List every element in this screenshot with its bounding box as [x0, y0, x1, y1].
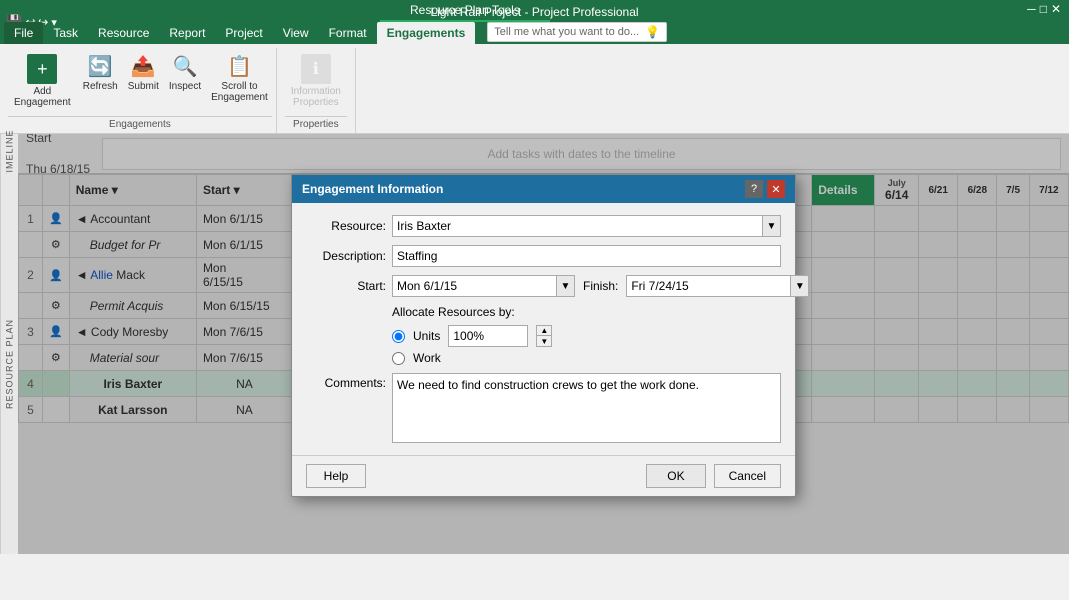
modal-footer: Help OK Cancel — [292, 455, 795, 496]
tab-report[interactable]: Report — [159, 22, 215, 44]
resource-plan-side-label: RESOURCE PLAN — [0, 174, 18, 554]
modal-body: Resource: ▼ Description: — [292, 203, 795, 455]
refresh-btn[interactable]: 🔄 Refresh — [79, 50, 122, 114]
finish-input[interactable] — [626, 275, 791, 297]
tab-project[interactable]: Project — [215, 22, 272, 44]
information-properties-btn[interactable]: ℹ Information Properties — [285, 50, 347, 114]
description-label: Description: — [306, 249, 386, 263]
spinner-down[interactable]: ▼ — [536, 336, 552, 347]
resource-label: Resource: — [306, 219, 386, 233]
inspect-btn[interactable]: 🔍 Inspect — [165, 50, 205, 114]
submit-btn[interactable]: 📤 Submit — [124, 50, 163, 114]
ribbon-tabs: File Task Resource Report Project View F… — [0, 22, 1069, 44]
search-icon: 💡 — [645, 25, 660, 39]
ribbon-group-engagements: + Add Engagement 🔄 Refresh 📤 Submit 🔍 In… — [4, 48, 277, 133]
modal-close-btn[interactable]: ✕ — [767, 180, 785, 198]
modal-help-btn[interactable]: ? — [745, 180, 763, 198]
add-engagement-btn[interactable]: + Add Engagement — [8, 50, 77, 114]
comments-textarea[interactable]: We need to find construction crews to ge… — [392, 373, 781, 443]
cancel-button[interactable]: Cancel — [714, 464, 781, 488]
resource-input[interactable] — [392, 215, 763, 237]
close-btn[interactable]: ✕ — [1051, 2, 1061, 16]
tab-engagements[interactable]: Engagements — [377, 22, 476, 44]
work-radio-label: Work — [413, 351, 441, 365]
ribbon-group-label-engagements: Engagements — [8, 116, 272, 133]
tab-task[interactable]: Task — [43, 22, 88, 44]
search-bar[interactable]: Tell me what you want to do... 💡 — [487, 22, 667, 42]
help-button[interactable]: Help — [306, 464, 366, 488]
ok-button[interactable]: OK — [646, 464, 705, 488]
modal-title-bar: Engagement Information ? ✕ — [292, 175, 795, 203]
finish-label: Finish: — [583, 279, 618, 293]
allocate-label: Allocate Resources by: — [392, 305, 515, 319]
tab-resource[interactable]: Resource — [88, 22, 159, 44]
timeline-side-label: TIMELINE — [0, 134, 18, 174]
tab-view[interactable]: View — [273, 22, 319, 44]
ribbon: + Add Engagement 🔄 Refresh 📤 Submit 🔍 In… — [0, 44, 1069, 134]
units-radio-label: Units — [413, 329, 440, 343]
minimize-btn[interactable]: ─ — [1027, 2, 1036, 16]
ribbon-group-label-properties: Properties — [285, 116, 347, 133]
comments-label: Comments: — [306, 373, 386, 390]
tab-file[interactable]: File — [4, 22, 43, 44]
description-input[interactable] — [392, 245, 781, 267]
ribbon-group-properties: ℹ Information Properties Properties — [277, 48, 356, 133]
engagement-info-modal: Engagement Information ? ✕ Resource: — [291, 174, 796, 497]
modal-overlay: Engagement Information ? ✕ Resource: — [18, 134, 1069, 554]
maximize-btn[interactable]: □ — [1040, 2, 1047, 16]
spinner-up[interactable]: ▲ — [536, 325, 552, 336]
window-title: Light Rail Project - Project Professiona… — [430, 1, 638, 23]
units-value-input[interactable] — [448, 325, 528, 347]
units-radio[interactable] — [392, 330, 405, 343]
start-label: Start: — [306, 279, 386, 293]
start-input[interactable] — [392, 275, 557, 297]
tab-format[interactable]: Format — [319, 22, 377, 44]
work-radio[interactable] — [392, 352, 405, 365]
scroll-to-engagement-btn[interactable]: 📋 Scroll to Engagement — [207, 50, 272, 114]
